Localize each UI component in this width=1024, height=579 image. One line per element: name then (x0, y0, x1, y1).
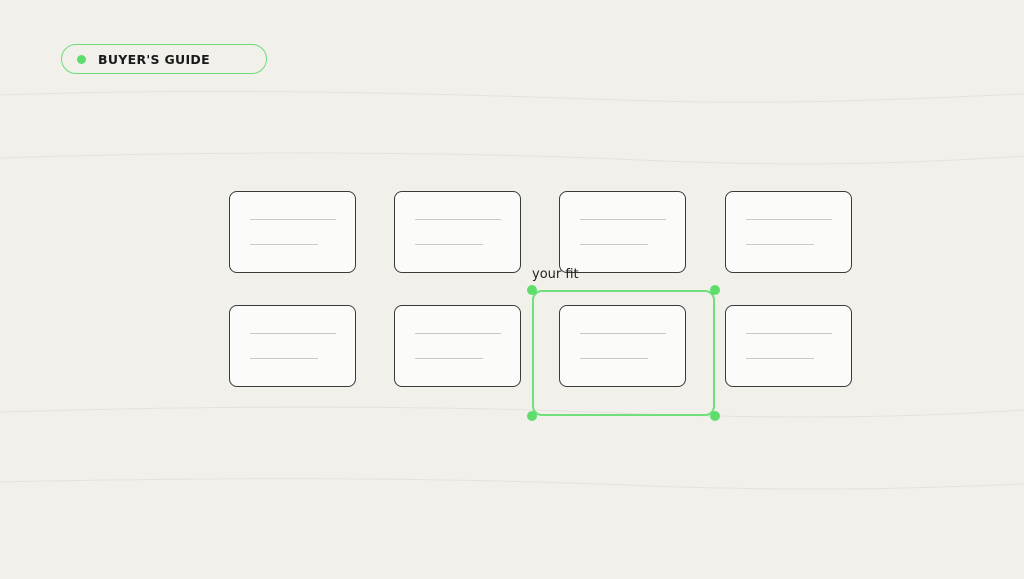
card-line (580, 244, 648, 245)
buyers-guide-badge: BUYER'S GUIDE (61, 44, 267, 74)
background-waves (0, 90, 1024, 490)
card-line (415, 333, 501, 334)
option-card-2[interactable] (394, 191, 521, 273)
option-card-1[interactable] (229, 191, 356, 273)
resize-handle-top-right[interactable] (710, 285, 720, 295)
resize-handle-bottom-left[interactable] (527, 411, 537, 421)
option-card-6[interactable] (394, 305, 521, 387)
badge-label: BUYER'S GUIDE (98, 51, 210, 67)
card-line (250, 219, 336, 220)
card-line (415, 244, 483, 245)
card-line (746, 244, 814, 245)
card-line (250, 333, 336, 334)
option-card-3[interactable] (559, 191, 686, 273)
resize-handle-bottom-right[interactable] (710, 411, 720, 421)
option-card-4[interactable] (725, 191, 852, 273)
canvas: BUYER'S GUIDE your fit (0, 0, 1024, 579)
option-card-8[interactable] (725, 305, 852, 387)
card-line (415, 358, 483, 359)
selection-frame[interactable] (532, 290, 715, 416)
badge-dot-icon (77, 54, 86, 64)
card-line (746, 219, 832, 220)
card-line (746, 333, 832, 334)
option-card-5[interactable] (229, 305, 356, 387)
card-line (250, 244, 318, 245)
card-line (746, 358, 814, 359)
resize-handle-top-left[interactable] (527, 285, 537, 295)
card-line (415, 219, 501, 220)
selection-label: your fit (532, 267, 579, 282)
card-line (580, 219, 666, 220)
card-line (250, 358, 318, 359)
